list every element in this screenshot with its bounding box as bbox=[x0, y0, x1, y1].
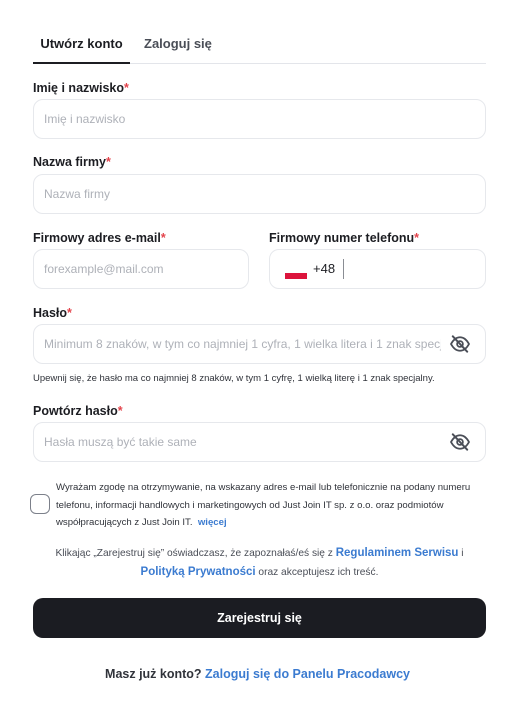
phone-field[interactable]: +48 bbox=[269, 249, 486, 289]
required-marker: * bbox=[105, 155, 111, 169]
email-label: Firmowy adres e-mail* bbox=[33, 231, 166, 245]
consent-body: Wyrażam zgodę na otrzymywanie, na wskaza… bbox=[56, 482, 471, 528]
password-input[interactable] bbox=[34, 325, 485, 363]
required-marker: * bbox=[124, 81, 129, 95]
terms-suffix: oraz akceptujesz ich treść. bbox=[255, 567, 379, 578]
text-cursor bbox=[343, 259, 344, 279]
login-question: Masz już konto? bbox=[105, 667, 202, 681]
tab-login[interactable]: Zaloguj się bbox=[144, 25, 212, 64]
password-hint: Upewnij się, że hasło ma co najmniej 8 z… bbox=[33, 373, 435, 384]
required-marker: * bbox=[160, 231, 166, 245]
email-field bbox=[33, 249, 249, 289]
password-repeat-label: Powtórz hasło* bbox=[33, 404, 123, 418]
required-marker: * bbox=[67, 306, 72, 320]
email-input[interactable] bbox=[34, 250, 248, 288]
required-marker: * bbox=[414, 231, 420, 245]
poland-flag-icon[interactable] bbox=[285, 266, 307, 279]
marketing-consent-text: Wyrażam zgodę na otrzymywanie, na wskaza… bbox=[56, 479, 476, 532]
password-repeat-field bbox=[33, 422, 486, 462]
login-prompt: Masz już konto? Zaloguj się do Panelu Pr… bbox=[0, 667, 515, 681]
terms-notice: Klikając „Zarejestruj się” oświadczasz, … bbox=[33, 544, 486, 582]
company-label: Nazwa firmy* bbox=[33, 155, 111, 169]
register-button[interactable]: Zarejestruj się bbox=[33, 598, 486, 638]
password-label: Hasło* bbox=[33, 306, 72, 320]
required-marker: * bbox=[117, 404, 123, 418]
phone-label: Firmowy numer telefonu* bbox=[269, 231, 420, 245]
employer-login-link[interactable]: Zaloguj się do Panelu Pracodawcy bbox=[205, 667, 410, 681]
auth-tabs: Utwórz konto Zaloguj się bbox=[33, 25, 486, 64]
full-name-field bbox=[33, 99, 486, 139]
company-input[interactable] bbox=[34, 175, 485, 213]
eye-off-icon[interactable] bbox=[449, 433, 471, 451]
privacy-policy-link[interactable]: Polityką Prywatności bbox=[141, 566, 256, 578]
terms-link[interactable]: Regulaminem Serwisu bbox=[336, 547, 459, 559]
phone-prefix: +48 bbox=[313, 261, 336, 276]
marketing-consent-checkbox[interactable] bbox=[30, 494, 50, 514]
terms-and: i bbox=[458, 548, 464, 559]
full-name-input[interactable] bbox=[34, 100, 485, 138]
company-field bbox=[33, 174, 486, 214]
full-name-label: Imię i nazwisko* bbox=[33, 81, 129, 95]
consent-more-link[interactable]: więcej bbox=[198, 517, 227, 528]
terms-prefix: Klikając „Zarejestruj się” oświadczasz, … bbox=[55, 548, 336, 559]
eye-off-icon[interactable] bbox=[449, 335, 471, 353]
password-repeat-input[interactable] bbox=[34, 423, 485, 461]
tab-create-account[interactable]: Utwórz konto bbox=[33, 25, 130, 64]
password-field bbox=[33, 324, 486, 364]
